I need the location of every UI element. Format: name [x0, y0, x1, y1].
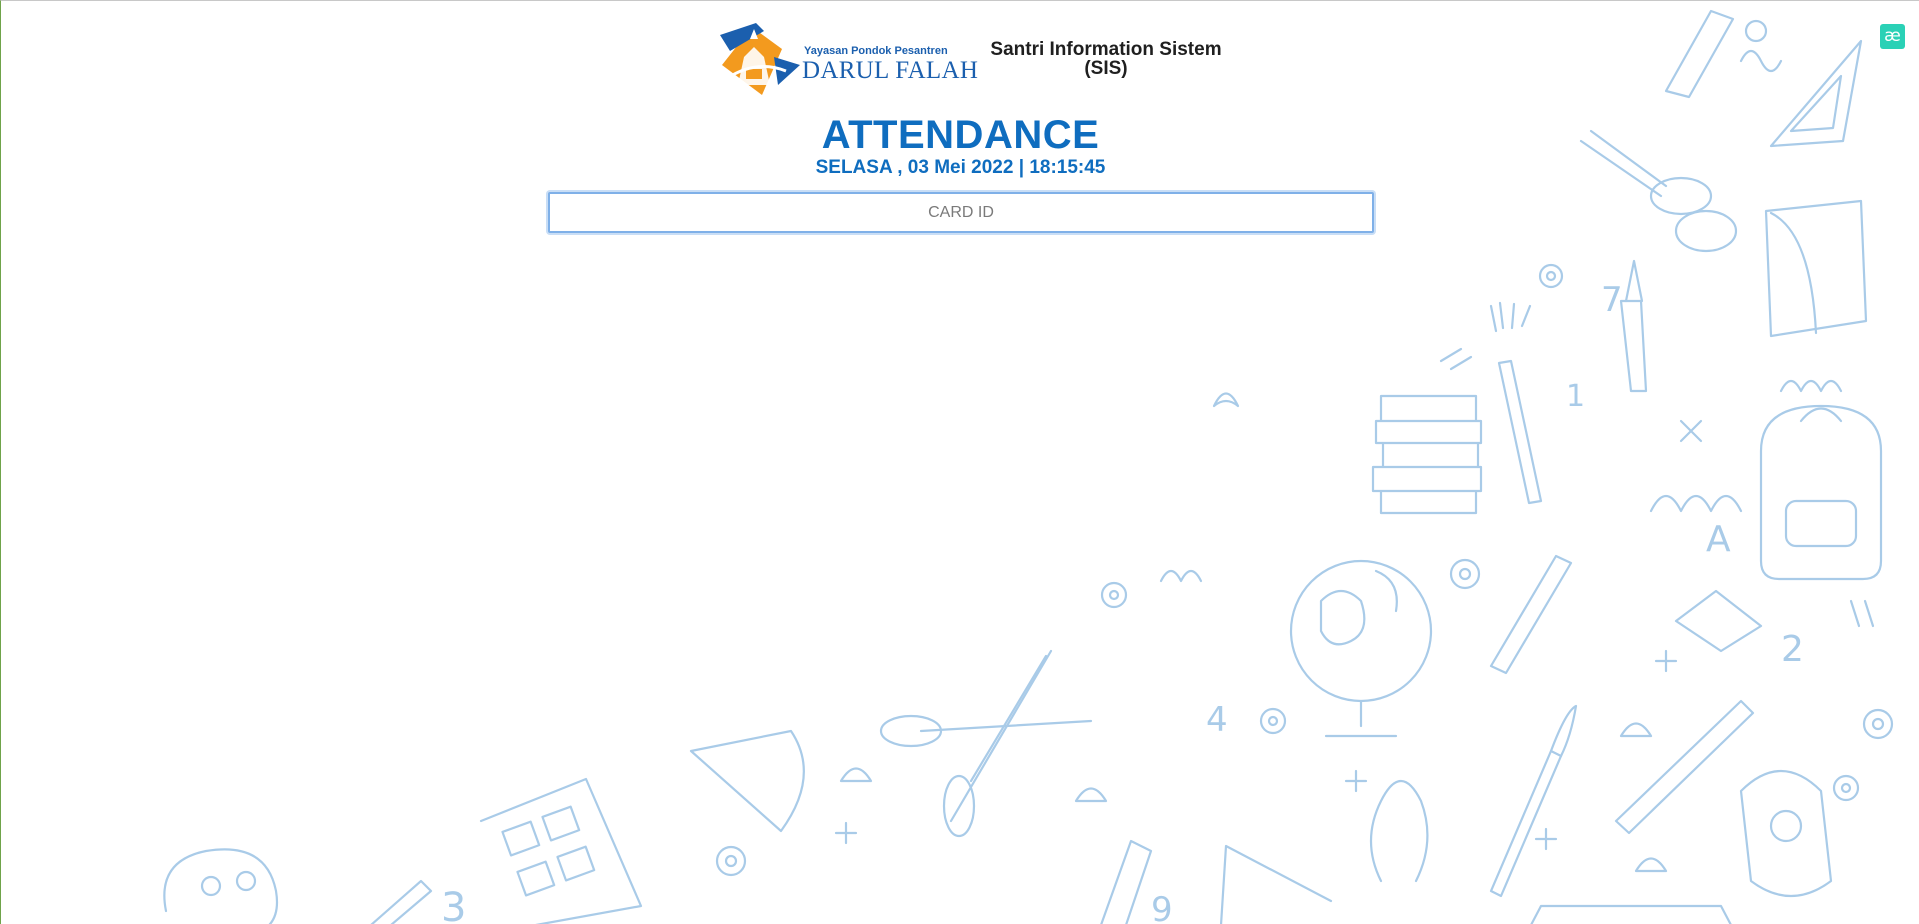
- svg-text:1: 1: [1566, 379, 1585, 414]
- attendance-page: 7 1 A 2 4 9 3 æ Yayasan Pondok Pesantren…: [0, 0, 1919, 924]
- svg-text:7: 7: [1601, 280, 1623, 320]
- header: Yayasan Pondok Pesantren DARUL FALAH San…: [716, 21, 1246, 101]
- darul-falah-logo: Yayasan Pondok Pesantren DARUL FALAH: [716, 21, 978, 101]
- logo-name: DARUL FALAH: [802, 57, 979, 84]
- datetime-display: SELASA , 03 Mei 2022 | 18:15:45: [815, 157, 1106, 178]
- page-title: ATTENDANCE: [821, 113, 1100, 157]
- svg-text:9: 9: [1151, 890, 1173, 924]
- app-title: Santri Information Sistem (SIS): [966, 40, 1246, 78]
- logo-emblem-icon: [720, 23, 800, 95]
- svg-text:4: 4: [1206, 700, 1228, 740]
- svg-text:A: A: [1706, 519, 1731, 560]
- card-id-input[interactable]: [548, 192, 1374, 233]
- svg-text:2: 2: [1781, 629, 1804, 670]
- logo-tagline: Yayasan Pondok Pesantren: [804, 45, 948, 57]
- extension-icon-glyph: æ: [1884, 26, 1901, 46]
- ae-extension-icon[interactable]: æ: [1880, 24, 1905, 49]
- app-subtitle: (SIS): [1084, 58, 1128, 79]
- svg-text:3: 3: [441, 885, 466, 924]
- app-title-line: Santri Information Sistem: [990, 39, 1222, 60]
